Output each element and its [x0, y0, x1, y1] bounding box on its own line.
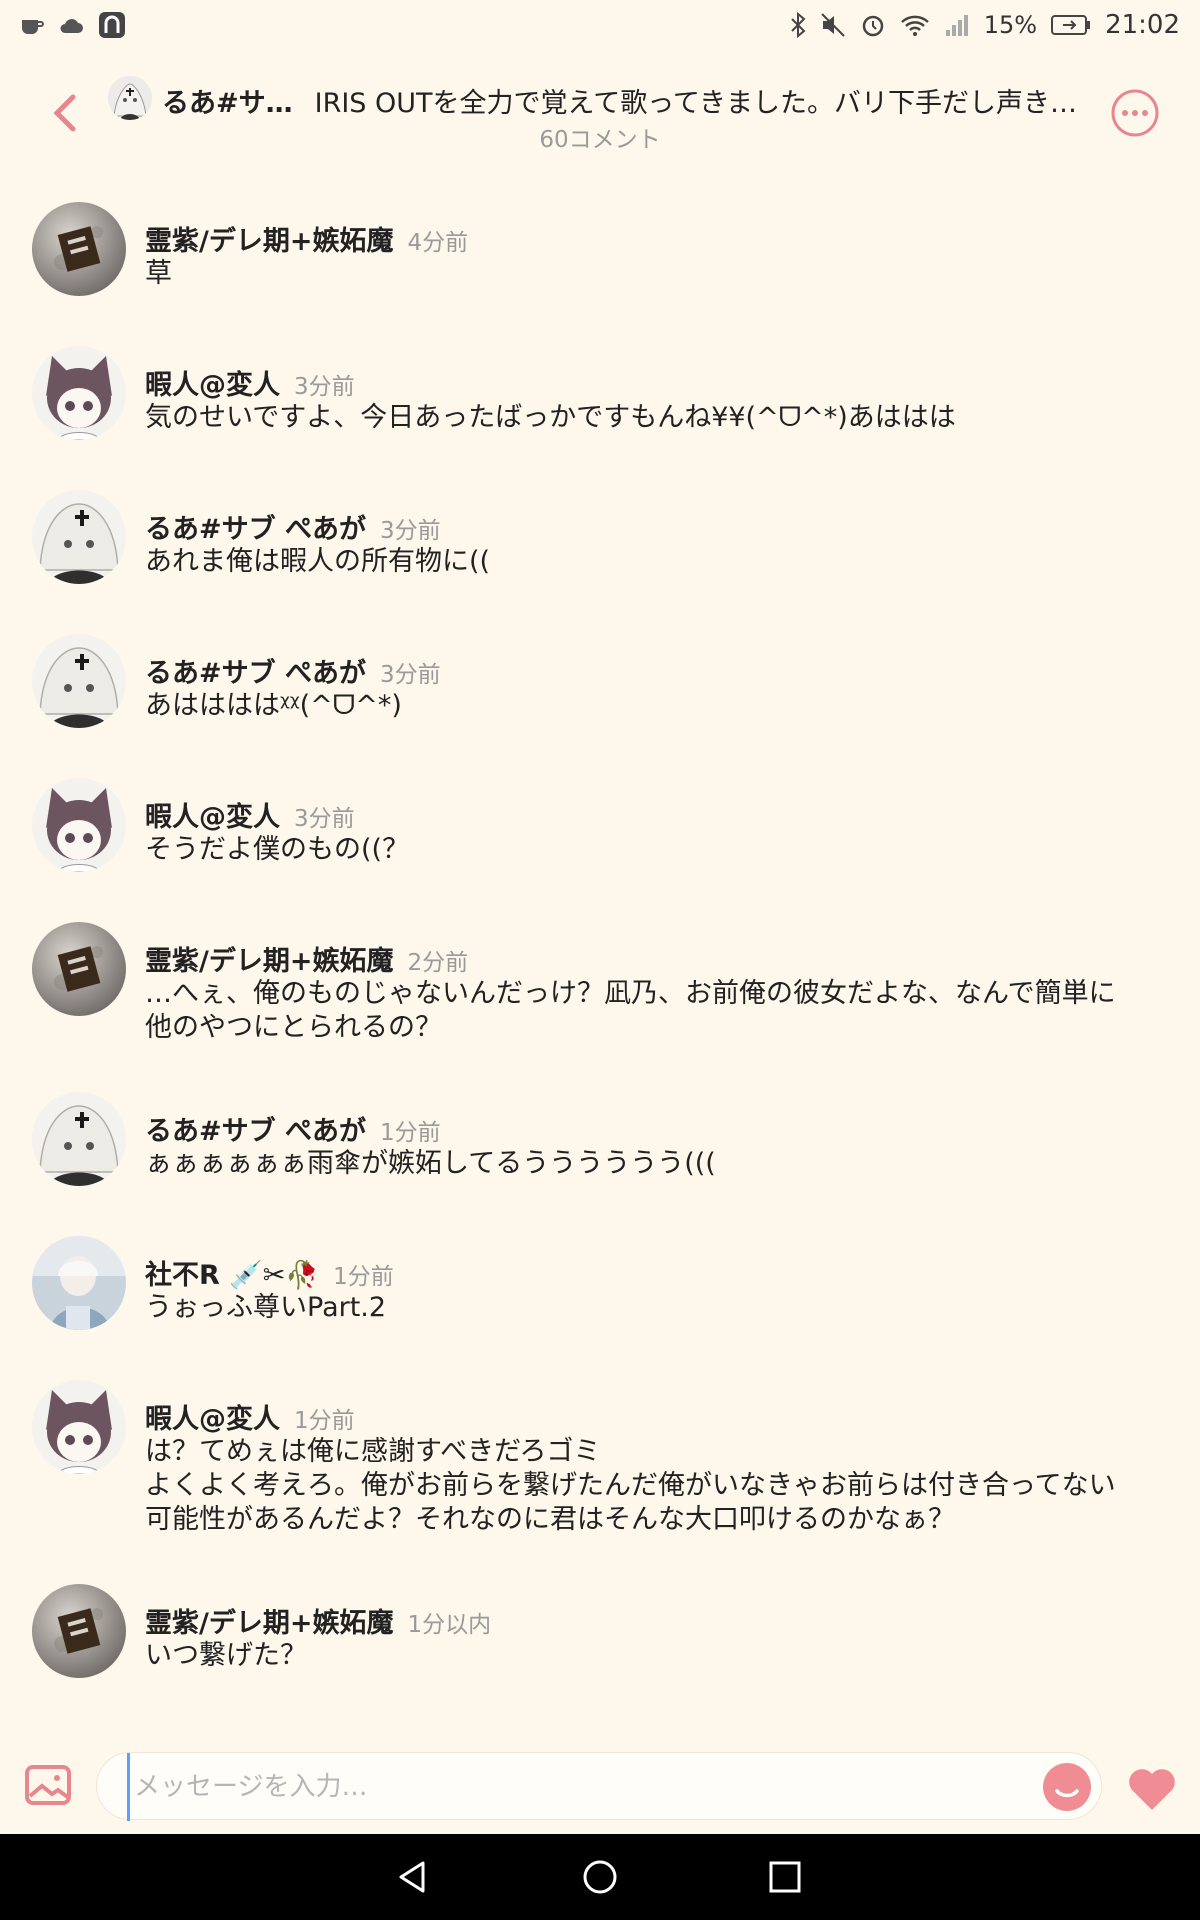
comment-time: 3分前 — [380, 518, 441, 544]
nav-back-button[interactable] — [388, 1852, 438, 1902]
comment-time: 1分以内 — [407, 1612, 492, 1638]
commenter-name[interactable]: るあ#サブ ぺあが — [145, 651, 366, 690]
commenter-avatar[interactable] — [32, 1236, 126, 1330]
comment-header: るあ#サブ ぺあが 3分前 — [145, 507, 441, 546]
message-input[interactable] — [127, 1753, 1036, 1821]
message-input-wrapper — [96, 1752, 1102, 1821]
commenter-name[interactable]: 暇人@変人 — [145, 795, 280, 834]
commenter-name[interactable]: 暇人@変人 — [145, 1397, 280, 1436]
like-button[interactable] — [1126, 1766, 1178, 1812]
commenter-avatar[interactable] — [32, 1380, 126, 1474]
commenter-avatar[interactable] — [32, 922, 126, 1016]
commenter-name[interactable]: るあ#サブ ぺあが — [145, 1109, 366, 1148]
comment-time: 1分前 — [333, 1264, 394, 1290]
commenter-avatar[interactable] — [32, 202, 126, 296]
smile-icon — [1055, 1789, 1079, 1798]
square-recents-icon — [769, 1861, 801, 1893]
comment-time: 3分前 — [294, 806, 355, 832]
status-right: 15% 21:02 — [790, 10, 1180, 40]
comment-text: …へぇ、俺のものじゃないんだっけ？凪乃、お前俺の彼女だよな、なんで簡単に 他のや… — [145, 978, 1116, 1043]
sticker-button[interactable] — [1043, 1763, 1091, 1811]
triangle-back-icon — [399, 1861, 425, 1893]
post-author-name[interactable]: るあ#サ… — [162, 81, 293, 120]
comment-count: 60コメント — [539, 127, 661, 153]
mute-icon — [820, 12, 846, 38]
more-options-button[interactable] — [1110, 88, 1160, 138]
coffee-icon — [20, 14, 44, 36]
post-title-text: IRIS OUTを全力で覚えて歌ってきました。バリ下手だし声き… — [314, 87, 1078, 119]
app-notification-icon — [98, 11, 126, 39]
comment-header: 暇人@変人 3分前 — [145, 363, 355, 402]
status-bar: 15% 21:02 — [0, 0, 1200, 50]
nav-home-button[interactable] — [575, 1852, 625, 1902]
commenter-avatar[interactable] — [32, 778, 126, 872]
comment-text: いつ繋げた？ — [145, 1640, 307, 1671]
alarm-icon — [860, 12, 886, 38]
comment-text: あれま俺は暇人の所有物に(( — [145, 546, 491, 577]
comment-header: 暇人@変人 3分前 — [145, 795, 355, 834]
commenter-avatar[interactable] — [32, 634, 126, 728]
image-icon — [25, 1765, 71, 1805]
comment-text: 気のせいですよ、今日あったばっかですもんね¥¥(^ᗜ^*)あははは — [145, 402, 956, 433]
wifi-icon — [900, 13, 930, 37]
status-left — [20, 11, 126, 39]
comment-time: 3分前 — [294, 374, 355, 400]
message-composer — [0, 1734, 1200, 1834]
signal-icon — [944, 12, 970, 38]
post-author-avatar[interactable] — [108, 76, 152, 120]
comment-time: 1分前 — [380, 1120, 441, 1146]
commenter-avatar[interactable] — [32, 490, 126, 584]
comment-time: 2分前 — [407, 950, 469, 976]
commenter-name[interactable]: るあ#サブ ぺあが — [145, 507, 366, 546]
comment-time: 1分前 — [294, 1408, 355, 1434]
comment-text: うぉっふ尊いPart.2 — [145, 1292, 387, 1323]
circle-home-icon — [583, 1860, 617, 1894]
comment-text: あははははᵡᵡ(^ᗜ^*) — [145, 690, 402, 721]
commenter-name[interactable]: 社不R 💉✂🥀 — [145, 1253, 319, 1292]
comment-header: るあ#サブ ぺあが 1分前 — [145, 1109, 441, 1148]
comment-header: 暇人@変人 1分前 — [145, 1397, 355, 1436]
comment-header: 社不R 💉✂🥀 1分前 — [145, 1253, 394, 1292]
commenter-name[interactable]: 暇人@変人 — [145, 363, 280, 402]
comment-text: 草 — [145, 258, 172, 289]
commenter-name[interactable]: 霊紫/デレ期+嫉妬魔 — [145, 219, 393, 258]
comment-text: そうだよ僕のもの((？ — [145, 834, 410, 865]
battery-icon — [1051, 14, 1091, 36]
clock: 21:02 — [1105, 10, 1180, 40]
post-title: るあ#サ… IRIS OUTを全力で覚えて歌ってきました。バリ下手だし声き… — [162, 78, 1082, 122]
comment-text: ぁぁぁぁぁぁ雨傘が嫉妬してるうううううう((( — [145, 1148, 716, 1179]
commenter-avatar[interactable] — [32, 346, 126, 440]
battery-percent: 15% — [983, 11, 1038, 39]
attach-image-button[interactable] — [24, 1764, 72, 1806]
nav-recents-button[interactable] — [760, 1852, 810, 1902]
comment-header: 霊紫/デレ期+嫉妬魔 4分前 — [145, 219, 468, 258]
cloud-icon — [58, 15, 84, 35]
commenter-name[interactable]: 霊紫/デレ期+嫉妬魔 — [145, 1601, 393, 1640]
comment-text: は？てめぇは俺に感謝すべきだろゴミ よくよく考えろ。俺がお前らを繋げたんだ俺がい… — [145, 1436, 1116, 1535]
comment-time: 4分前 — [407, 230, 469, 256]
more-options-icon — [1111, 89, 1159, 137]
commenter-avatar[interactable] — [32, 1584, 126, 1678]
commenter-name[interactable]: 霊紫/デレ期+嫉妬魔 — [145, 939, 393, 978]
comment-header: るあ#サブ ぺあが 3分前 — [145, 651, 441, 690]
comment-header: 霊紫/デレ期+嫉妬魔 2分前 — [145, 939, 468, 978]
post-header: るあ#サ… IRIS OUTを全力で覚えて歌ってきました。バリ下手だし声き… 6… — [0, 58, 1200, 168]
comment-time: 3分前 — [380, 662, 441, 688]
bluetooth-icon — [790, 12, 806, 38]
comment-header: 霊紫/デレ期+嫉妬魔 1分以内 — [145, 1601, 491, 1640]
commenter-avatar[interactable] — [32, 1092, 126, 1186]
heart-icon — [1129, 1769, 1175, 1810]
system-nav-bar — [0, 1834, 1200, 1920]
